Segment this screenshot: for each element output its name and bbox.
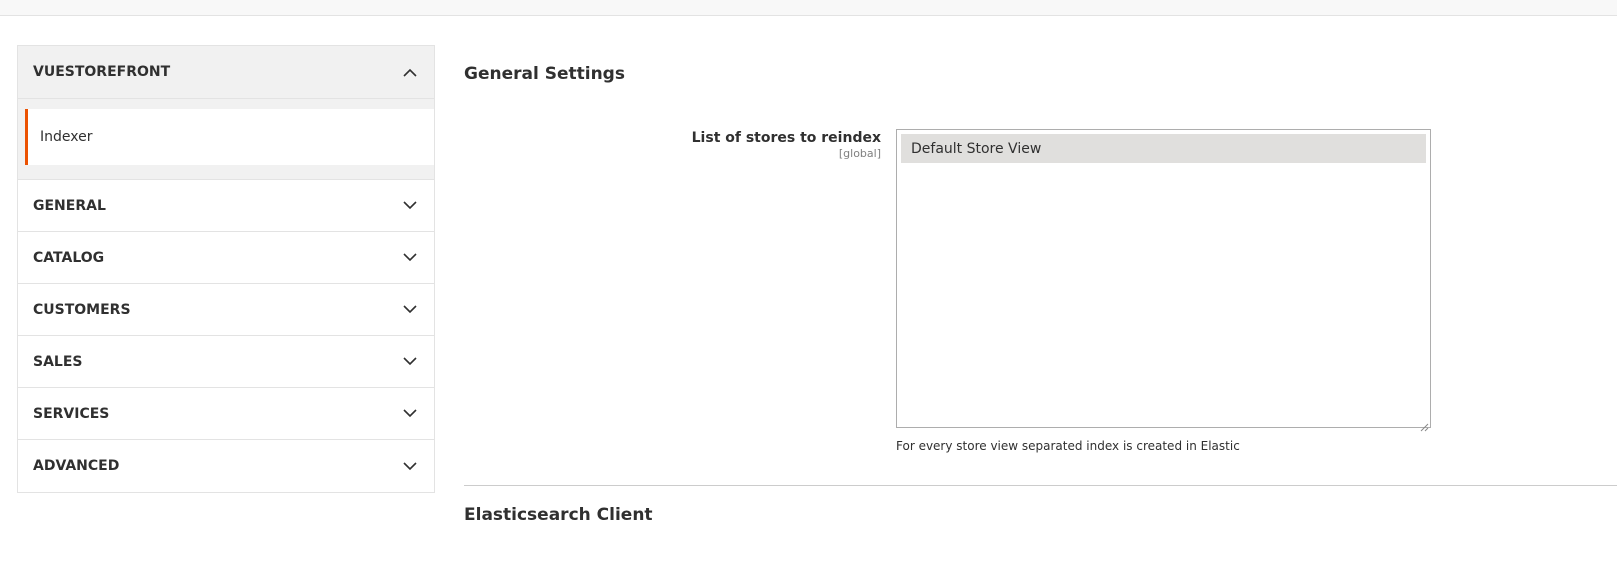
sidebar-section-vuestorefront[interactable]: VUESTOREFRONT bbox=[18, 46, 434, 99]
sidebar-section-label: VUESTOREFRONT bbox=[33, 64, 171, 80]
chevron-down-icon bbox=[402, 250, 418, 266]
sidebar-section-label: CUSTOMERS bbox=[33, 301, 131, 318]
sidebar-section-customers[interactable]: CUSTOMERS bbox=[18, 284, 434, 336]
sidebar-section-sales[interactable]: SALES bbox=[18, 336, 434, 388]
sidebar-item-label: Indexer bbox=[40, 129, 93, 145]
field-label-stores: List of stores to reindex [global] bbox=[692, 130, 881, 160]
sidebar-item-indexer[interactable]: Indexer bbox=[25, 109, 434, 165]
sidebar-subsection: Indexer bbox=[18, 99, 434, 180]
chevron-down-icon bbox=[402, 406, 418, 422]
store-option-label: Default Store View bbox=[911, 140, 1042, 157]
chevron-down-icon bbox=[402, 302, 418, 318]
sidebar-section-catalog[interactable]: CATALOG bbox=[18, 232, 434, 284]
group-title-general-settings[interactable]: General Settings bbox=[464, 64, 625, 84]
config-sidebar: VUESTOREFRONT Indexer GENERAL CATALOG CU… bbox=[17, 45, 435, 493]
sidebar-section-general[interactable]: GENERAL bbox=[18, 180, 434, 232]
top-bar bbox=[0, 0, 1617, 16]
store-option-default[interactable]: Default Store View bbox=[901, 134, 1426, 163]
chevron-down-icon bbox=[402, 354, 418, 370]
sidebar-section-label: CATALOG bbox=[33, 249, 105, 266]
chevron-up-icon bbox=[402, 64, 418, 80]
stores-multiselect[interactable]: Default Store View bbox=[896, 129, 1431, 432]
resize-handle-icon[interactable] bbox=[1420, 417, 1429, 432]
field-note: For every store view separated index is … bbox=[896, 439, 1240, 453]
field-label-text: List of stores to reindex bbox=[691, 130, 881, 146]
chevron-down-icon bbox=[402, 458, 418, 474]
sidebar-section-label: GENERAL bbox=[33, 197, 106, 214]
field-scope: [global] bbox=[838, 147, 881, 160]
group-title-elasticsearch-client[interactable]: Elasticsearch Client bbox=[464, 505, 653, 525]
chevron-down-icon bbox=[402, 198, 418, 214]
section-divider bbox=[464, 485, 1617, 486]
sidebar-section-advanced[interactable]: ADVANCED bbox=[18, 440, 434, 492]
sidebar-section-services[interactable]: SERVICES bbox=[18, 388, 434, 440]
sidebar-section-label: SERVICES bbox=[33, 405, 110, 422]
sidebar-section-label: ADVANCED bbox=[33, 458, 120, 474]
sidebar-section-label: SALES bbox=[33, 353, 83, 370]
